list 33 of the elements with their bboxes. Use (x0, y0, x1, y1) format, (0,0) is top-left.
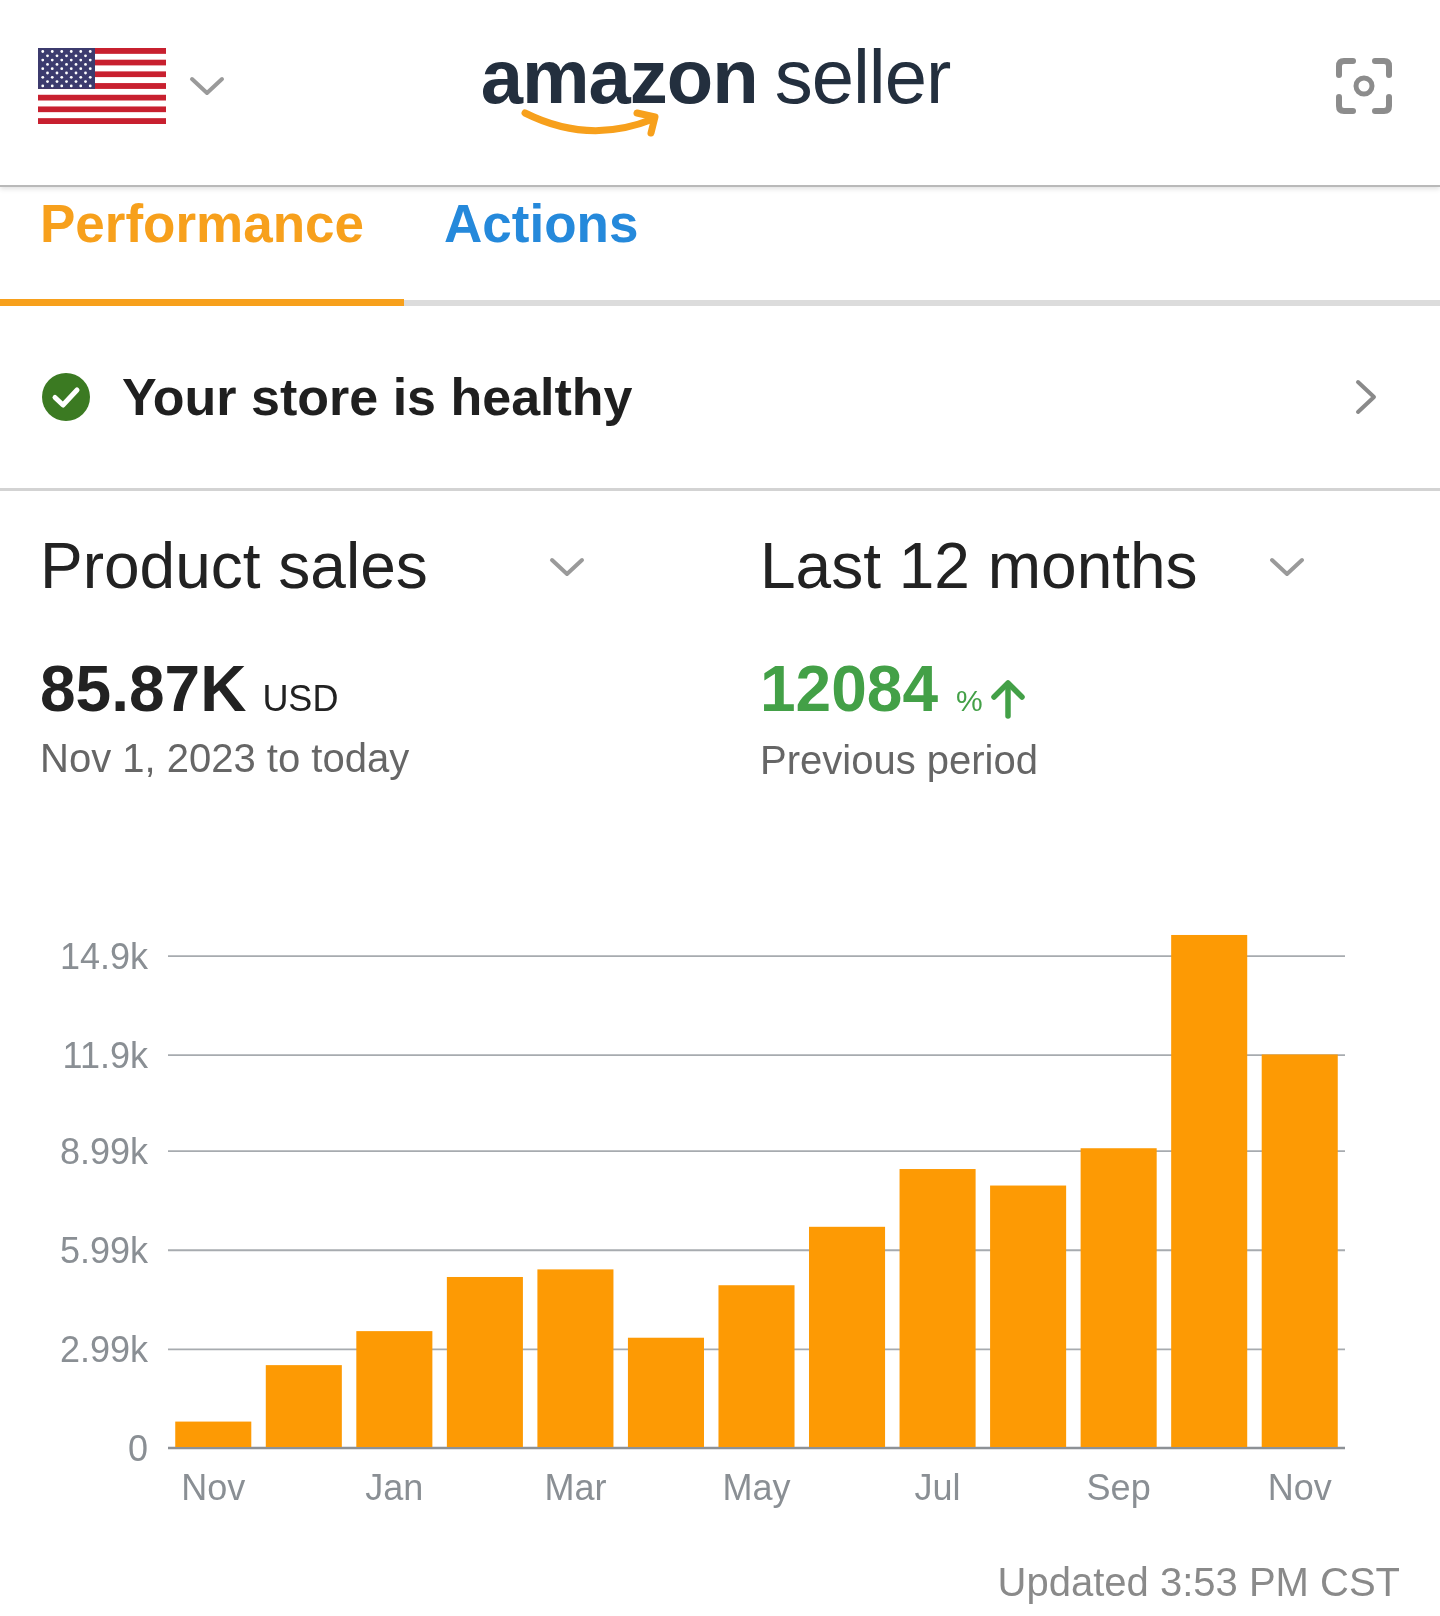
y-axis-label: 11.9k (62, 1035, 148, 1077)
logo-product-text: seller (774, 38, 951, 115)
metric-dropdown[interactable]: Product sales (40, 528, 585, 605)
comparison-caption: Previous period (760, 737, 1038, 784)
x-axis-label: Nov (181, 1467, 246, 1508)
x-axis-label: Sep (1086, 1467, 1151, 1508)
country-selector[interactable] (38, 47, 225, 124)
currency-unit: USD (262, 677, 339, 721)
date-range-text: Nov 1, 2023 to today (40, 735, 410, 782)
chevron-down-icon (1269, 556, 1305, 577)
x-axis-label: Jul (914, 1467, 961, 1508)
change-value: 12084 (760, 652, 938, 727)
x-axis-label: May (722, 1467, 791, 1508)
percent-sign: % (955, 683, 983, 719)
sales-value: 85.87K (40, 652, 247, 727)
tab[interactable]: Actions (404, 187, 679, 306)
logo-brand-text: amazon (480, 38, 758, 115)
chevron-down-icon (549, 556, 585, 577)
chevron-right-icon (1354, 379, 1378, 415)
x-axis-label: Nov (1267, 1467, 1332, 1508)
y-axis-label: 5.99k (59, 1230, 148, 1272)
chevron-down-icon (189, 74, 225, 97)
y-axis-label: 2.99k (59, 1329, 148, 1371)
x-axis-label: Mar (544, 1467, 607, 1508)
period-dropdown[interactable]: Last 12 months (760, 528, 1305, 605)
x-axis-label: Jan (365, 1467, 424, 1508)
y-axis-label: 0 (127, 1428, 148, 1469)
flag-icon (38, 47, 166, 124)
y-axis-label: 8.99k (59, 1131, 148, 1173)
y-axis-label: 14.9k (59, 936, 148, 978)
viewfinder-icon[interactable] (1335, 56, 1393, 115)
store-status-row[interactable]: Your store is healthy (0, 306, 1440, 488)
updated-time-text: Updated 3:53 PM CST (997, 1560, 1400, 1604)
